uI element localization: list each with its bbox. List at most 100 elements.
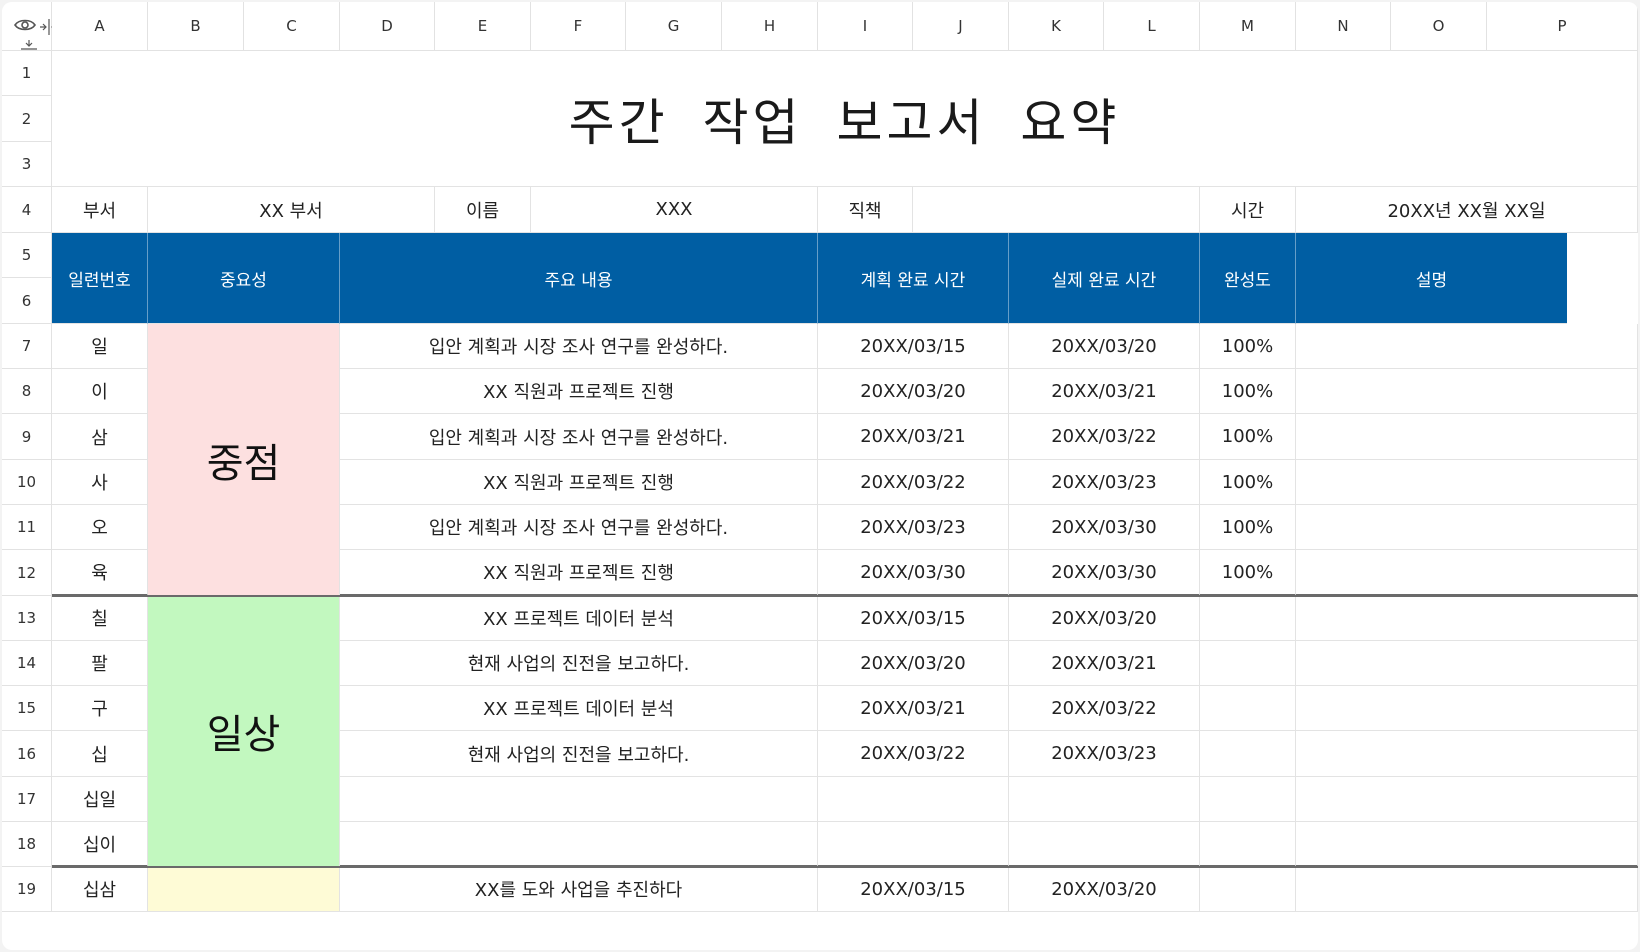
row-header-8[interactable]: 8 [2, 369, 52, 414]
cell-description[interactable] [1296, 731, 1638, 777]
cell-serial[interactable]: 구 [52, 686, 148, 731]
cell-actual[interactable]: 20XX/03/30 [1009, 550, 1200, 596]
cell-description[interactable] [1296, 505, 1638, 550]
position-label[interactable]: 직책 [818, 187, 913, 233]
cell-content[interactable]: XX를 도와 사업을 추진하다 [340, 867, 818, 912]
column-header-K[interactable]: K [1009, 2, 1104, 51]
column-header-E[interactable]: E [435, 2, 531, 51]
cell-completion[interactable] [1200, 596, 1296, 641]
cell-serial[interactable]: 오 [52, 505, 148, 550]
row-header-18[interactable]: 18 [2, 822, 52, 867]
cell-content[interactable]: 입안 계획과 시장 조사 연구를 완성하다. [340, 505, 818, 550]
cell-actual[interactable] [1009, 822, 1200, 867]
row-header-5[interactable]: 5 [2, 233, 52, 278]
cell-planned[interactable]: 20XX/03/30 [818, 550, 1009, 596]
cell-completion[interactable]: 100% [1200, 505, 1296, 550]
cell-description[interactable] [1296, 414, 1638, 460]
cell-description[interactable] [1296, 822, 1638, 867]
cell-planned[interactable]: 20XX/03/15 [818, 596, 1009, 641]
report-title[interactable]: 주간 작업 보고서 요약 [52, 51, 1638, 187]
cell-planned[interactable] [818, 777, 1009, 822]
cell-description[interactable] [1296, 596, 1638, 641]
cell-serial[interactable]: 사 [52, 460, 148, 505]
column-header-A[interactable]: A [52, 2, 148, 51]
cell-planned[interactable]: 20XX/03/22 [818, 460, 1009, 505]
dept-label[interactable]: 부서 [52, 187, 148, 233]
cell-planned[interactable]: 20XX/03/21 [818, 686, 1009, 731]
cell-serial[interactable]: 삼 [52, 414, 148, 460]
column-header-O[interactable]: O [1391, 2, 1487, 51]
cell-completion[interactable] [1200, 867, 1296, 912]
cell-actual[interactable]: 20XX/03/22 [1009, 414, 1200, 460]
cell-planned[interactable]: 20XX/03/15 [818, 867, 1009, 912]
row-header-7[interactable]: 7 [2, 324, 52, 369]
cell-planned[interactable]: 20XX/03/22 [818, 731, 1009, 777]
cell-content[interactable]: XX 프로젝트 데이터 분석 [340, 686, 818, 731]
row-header-17[interactable]: 17 [2, 777, 52, 822]
cell-content[interactable]: 입안 계획과 시장 조사 연구를 완성하다. [340, 324, 818, 369]
cell-actual[interactable]: 20XX/03/22 [1009, 686, 1200, 731]
cell-content[interactable] [340, 777, 818, 822]
cell-actual[interactable]: 20XX/03/23 [1009, 731, 1200, 777]
cell-description[interactable] [1296, 550, 1638, 596]
cell-planned[interactable] [818, 822, 1009, 867]
cell-completion[interactable] [1200, 686, 1296, 731]
cell-description[interactable] [1296, 641, 1638, 686]
column-header-F[interactable]: F [531, 2, 626, 51]
cell-completion[interactable]: 100% [1200, 460, 1296, 505]
cell-description[interactable] [1296, 686, 1638, 731]
row-header-3[interactable]: 3 [2, 142, 52, 187]
cell-description[interactable] [1296, 867, 1638, 912]
cell-content[interactable] [340, 822, 818, 867]
time-label[interactable]: 시간 [1200, 187, 1296, 233]
row-header-4[interactable]: 4 [2, 187, 52, 233]
cell-serial[interactable]: 팔 [52, 641, 148, 686]
row-header-2[interactable]: 2 [2, 96, 52, 142]
column-header-P[interactable]: P [1487, 2, 1638, 51]
cell-description[interactable] [1296, 777, 1638, 822]
cell-serial[interactable]: 육 [52, 550, 148, 596]
cell-actual[interactable]: 20XX/03/23 [1009, 460, 1200, 505]
cell-planned[interactable]: 20XX/03/20 [818, 369, 1009, 414]
column-header-M[interactable]: M [1200, 2, 1296, 51]
cell-completion[interactable] [1200, 641, 1296, 686]
position-value[interactable] [913, 187, 1200, 233]
cell-completion[interactable]: 100% [1200, 414, 1296, 460]
row-header-14[interactable]: 14 [2, 641, 52, 686]
name-value[interactable]: XXX [531, 187, 818, 233]
cell-planned[interactable]: 20XX/03/20 [818, 641, 1009, 686]
cell-actual[interactable]: 20XX/03/20 [1009, 596, 1200, 641]
row-header-9[interactable]: 9 [2, 414, 52, 460]
cell-actual[interactable] [1009, 777, 1200, 822]
column-header-D[interactable]: D [340, 2, 435, 51]
row-header-16[interactable]: 16 [2, 731, 52, 777]
cell-content[interactable]: 현재 사업의 진전을 보고하다. [340, 641, 818, 686]
cell-completion[interactable] [1200, 777, 1296, 822]
header-planned[interactable]: 계획 완료 시간 [818, 233, 1009, 324]
cell-serial[interactable]: 십이 [52, 822, 148, 867]
time-value[interactable]: 20XX년 XX월 XX일 [1296, 187, 1638, 233]
cell-content[interactable]: 입안 계획과 시장 조사 연구를 완성하다. [340, 414, 818, 460]
cell-content[interactable]: XX 직원과 프로젝트 진행 [340, 460, 818, 505]
column-header-G[interactable]: G [626, 2, 722, 51]
cell-serial[interactable]: 십삼 [52, 867, 148, 912]
column-header-B[interactable]: B [148, 2, 244, 51]
cell-description[interactable] [1296, 369, 1638, 414]
cell-description[interactable] [1296, 324, 1638, 369]
column-header-N[interactable]: N [1296, 2, 1391, 51]
column-header-C[interactable]: C [244, 2, 340, 51]
row-header-13[interactable]: 13 [2, 596, 52, 641]
cell-actual[interactable]: 20XX/03/20 [1009, 324, 1200, 369]
cell-actual[interactable]: 20XX/03/20 [1009, 867, 1200, 912]
cell-completion[interactable]: 100% [1200, 324, 1296, 369]
row-header-1[interactable]: 1 [2, 51, 52, 96]
cell-completion[interactable]: 100% [1200, 369, 1296, 414]
cell-content[interactable]: XX 직원과 프로젝트 진행 [340, 369, 818, 414]
row-header-12[interactable]: 12 [2, 550, 52, 596]
column-header-I[interactable]: I [818, 2, 913, 51]
header-importance[interactable]: 중요성 [148, 233, 340, 324]
header-actual[interactable]: 실제 완료 시간 [1009, 233, 1200, 324]
cell-planned[interactable]: 20XX/03/21 [818, 414, 1009, 460]
eye-icon[interactable] [14, 17, 36, 33]
name-label[interactable]: 이름 [435, 187, 531, 233]
